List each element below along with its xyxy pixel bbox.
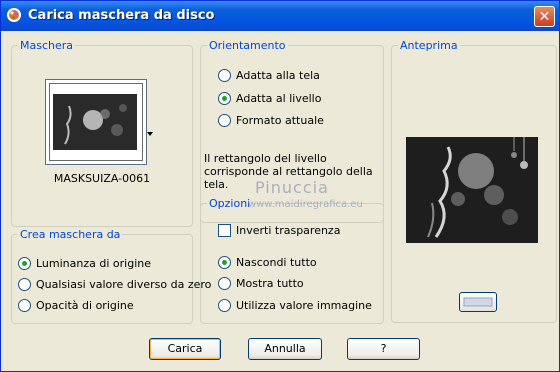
radio-circle <box>218 69 231 82</box>
radio-qualsiasi-valore[interactable]: Qualsiasi valore diverso da zero <box>18 278 211 291</box>
zoom-icon <box>463 297 493 307</box>
radio-nascondi-tutto[interactable]: Nascondi tutto <box>218 256 317 269</box>
title-bar[interactable]: Carica maschera da disco ✕ <box>1 1 559 31</box>
group-anteprima-legend: Anteprima <box>398 39 460 52</box>
watermark-name: Pinuccia <box>255 178 329 197</box>
group-opzioni: Opzioni Inverti trasparenza Nascondi tut… <box>200 197 384 324</box>
radio-circle <box>218 256 231 269</box>
radio-circle <box>18 257 31 270</box>
radio-label: Adatta alla tela <box>236 69 320 82</box>
preview-image <box>406 137 538 243</box>
radio-luminanza[interactable]: Luminanza di origine <box>18 257 151 270</box>
radio-label: Luminanza di origine <box>36 257 151 270</box>
radio-adatta-alla-tela[interactable]: Adatta alla tela <box>218 69 320 82</box>
radio-utilizza-valore[interactable]: Utilizza valore immagine <box>218 299 372 312</box>
radio-circle <box>18 299 31 312</box>
group-anteprima: Anteprima <box>391 39 557 323</box>
radio-label: Mostra tutto <box>236 277 304 290</box>
close-icon: ✕ <box>538 9 551 25</box>
mask-name: MASKSUIZA-0061 <box>53 172 151 185</box>
radio-mostra-tutto[interactable]: Mostra tutto <box>218 277 304 290</box>
group-orientamento-legend: Orientamento <box>207 39 288 52</box>
window-title: Carica maschera da disco <box>28 8 215 23</box>
group-opzioni-legend: Opzioni <box>207 197 253 210</box>
radio-formato-attuale[interactable]: Formato attuale <box>218 114 324 127</box>
preview-zoom-button[interactable] <box>459 292 497 312</box>
mask-thumbnail[interactable] <box>45 79 147 165</box>
radio-circle <box>218 277 231 290</box>
radio-label: Adatta al livello <box>236 92 322 105</box>
mask-thumbnail-frame <box>49 83 143 161</box>
radio-circle <box>18 278 31 291</box>
cancel-button[interactable]: Annulla <box>248 338 322 360</box>
checkbox-label: Inverti trasparenza <box>236 224 341 237</box>
group-crea-maschera: Crea maschera da Luminanza di origine Qu… <box>11 228 211 324</box>
radio-label: Nascondi tutto <box>236 256 317 269</box>
group-crea-legend: Crea maschera da <box>18 228 123 241</box>
radio-label: Utilizza valore immagine <box>236 299 372 312</box>
radio-opacita[interactable]: Opacità di origine <box>18 299 134 312</box>
help-button[interactable]: ? <box>347 338 420 360</box>
group-maschera: Maschera MASKSUIZA-0061 <box>11 39 193 227</box>
dialog-window: Carica maschera da disco ✕ Maschera MASK… <box>0 0 560 372</box>
load-button[interactable]: Carica <box>149 338 221 360</box>
radio-adatta-al-livello[interactable]: Adatta al livello <box>218 92 321 105</box>
dropdown-arrow-icon[interactable] <box>147 132 153 136</box>
close-button[interactable]: ✕ <box>534 6 555 27</box>
dialog-body: Maschera MASKSUIZA-0061 Orientamento Ada… <box>4 31 557 368</box>
group-maschera-legend: Maschera <box>18 39 76 52</box>
app-icon <box>7 8 21 22</box>
radio-circle <box>218 92 231 105</box>
checkbox-inverti-trasparenza[interactable]: Inverti trasparenza <box>218 224 340 237</box>
radio-label: Opacità di origine <box>36 299 134 312</box>
checkbox-box <box>218 224 231 237</box>
radio-label: Qualsiasi valore diverso da zero <box>36 278 212 291</box>
radio-circle <box>218 299 231 312</box>
watermark-url: www.maidiregrafica.eu <box>248 199 363 210</box>
radio-circle <box>218 114 231 127</box>
mask-thumbnail-image <box>53 94 137 150</box>
radio-label: Formato attuale <box>236 114 324 127</box>
